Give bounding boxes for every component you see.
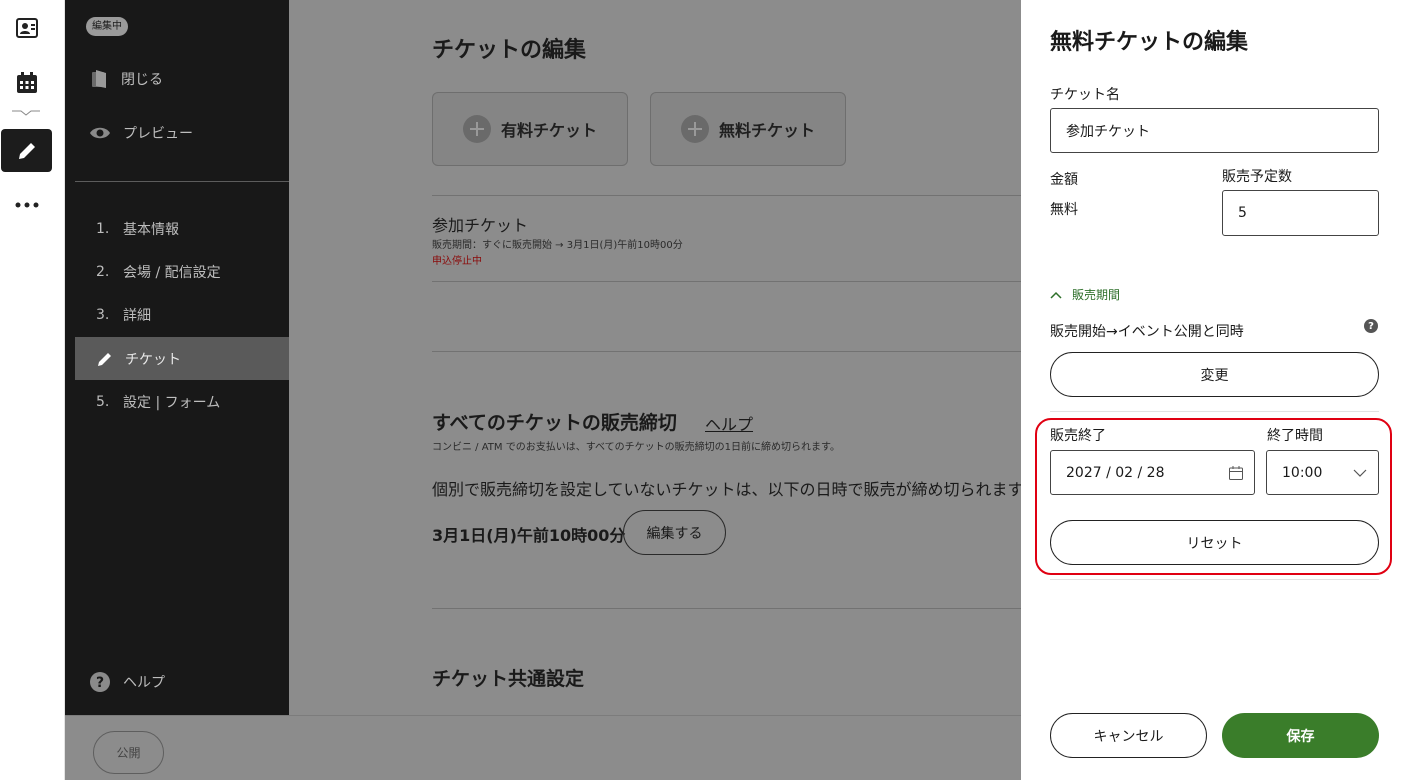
attendees-nav-button[interactable] — [1, 6, 52, 49]
sale-period-toggle-label: 販売期間 — [1072, 288, 1121, 302]
plus-icon — [462, 115, 491, 143]
calendar-icon — [16, 71, 37, 93]
ticket-name[interactable]: 参加チケット — [432, 212, 528, 236]
sidebar-item-basic-info[interactable]: 1. 基本情報 — [75, 207, 289, 250]
door-icon — [92, 70, 106, 88]
step-number: 3. — [96, 306, 110, 323]
ticket-name-label: チケット名 — [1050, 87, 1120, 103]
sidebar-divider — [75, 181, 289, 182]
divider — [1050, 579, 1379, 580]
panel-title: 無料チケットの編集 — [1050, 30, 1249, 55]
eye-icon — [90, 127, 110, 139]
price-value: 無料 — [1050, 202, 1078, 218]
page-title: チケットの編集 — [432, 38, 587, 63]
editor-sidebar: 編集中 閉じる プレビュー 1. 基本情報 2. 会場 / 配信設定 3. 詳細… — [65, 0, 289, 715]
add-paid-ticket-label: 有料チケット — [500, 121, 597, 140]
plus-icon — [680, 115, 709, 143]
close-label: 閉じる — [121, 72, 163, 88]
edit-ticket-panel: 無料チケットの編集 チケット名 参加チケット 金額 無料 販売予定数 5 販売期… — [1021, 0, 1401, 780]
step-label: 基本情報 — [123, 221, 179, 238]
ticket-status: 申込停止中 — [432, 256, 482, 267]
deadline-note: コンビニ / ATM でのお支払いは、すべてのチケットの販売締切の1日前に締め切… — [432, 442, 840, 453]
divider — [432, 351, 1021, 352]
add-paid-ticket-button[interactable]: 有料チケット — [432, 92, 628, 166]
ticket-period: 販売期間：すぐに販売開始 → 3月1日(月)午前10時00分 — [432, 240, 683, 251]
step-label: チケット — [125, 351, 181, 368]
bottom-bar: 公開 — [65, 715, 1021, 780]
sale-start-text: 販売開始→イベント公開と同時 — [1050, 324, 1244, 340]
sidebar-item-tickets[interactable]: チケット — [75, 337, 289, 380]
more-icon — [15, 202, 38, 207]
more-nav-button[interactable] — [1, 183, 52, 226]
divider — [432, 281, 1021, 282]
help-button[interactable]: ? ヘルプ — [89, 671, 165, 693]
step-number: 5. — [96, 393, 110, 410]
ticket-editor-main: チケットの編集 有料チケット 無料チケット 参加チケット 販売期間：すぐに販売開… — [289, 0, 1021, 715]
publish-button[interactable]: 公開 — [93, 731, 164, 774]
icon-rail — [0, 0, 65, 780]
status-badge: 編集中 — [86, 17, 128, 36]
pencil-icon — [98, 352, 111, 366]
help-icon[interactable]: ? — [1364, 319, 1378, 333]
contacts-icon — [15, 17, 38, 38]
sale-end-label: 販売終了 — [1050, 428, 1106, 444]
ticket-name-input[interactable]: 参加チケット — [1050, 108, 1379, 153]
deadline-section-title: すべてのチケットの販売締切 — [432, 412, 677, 434]
divider — [432, 195, 1021, 196]
step-label: 詳細 — [123, 307, 151, 324]
step-label: 設定 | フォーム — [123, 394, 221, 411]
sidebar-item-details[interactable]: 3. 詳細 — [75, 293, 289, 336]
sidebar-item-settings[interactable]: 5. 設定 | フォーム — [75, 380, 289, 423]
sale-end-date-value: 2027 / 02 / 28 — [1066, 464, 1165, 481]
reset-button[interactable]: リセット — [1050, 520, 1379, 565]
svg-text:?: ? — [96, 675, 104, 691]
price-label: 金額 — [1050, 172, 1078, 188]
edit-nav-button[interactable] — [1, 129, 52, 172]
preview-label: プレビュー — [123, 126, 193, 142]
ticket-name-value: 参加チケット — [1066, 123, 1150, 140]
end-time-value: 10:00 — [1282, 464, 1323, 481]
deadline-help-link[interactable]: ヘルプ — [705, 411, 753, 435]
cancel-button[interactable]: キャンセル — [1050, 713, 1207, 758]
quantity-label: 販売予定数 — [1222, 169, 1292, 185]
chevron-down-icon — [12, 110, 40, 116]
change-button[interactable]: 変更 — [1050, 352, 1379, 397]
save-button[interactable]: 保存 — [1222, 713, 1379, 758]
chevron-up-icon — [1050, 291, 1062, 299]
help-icon: ? — [90, 672, 110, 692]
end-time-select[interactable]: 10:00 — [1266, 450, 1379, 495]
step-number: 2. — [96, 263, 110, 280]
chevron-down-icon — [1353, 469, 1367, 477]
divider — [432, 608, 1021, 609]
close-button[interactable]: 閉じる — [89, 69, 163, 89]
common-settings-title: チケット共通設定 — [432, 668, 585, 690]
quantity-value: 5 — [1238, 205, 1247, 221]
edit-deadline-button[interactable]: 編集する — [623, 510, 726, 555]
add-free-ticket-label: 無料チケット — [718, 121, 815, 140]
divider — [1050, 411, 1379, 412]
preview-button[interactable]: プレビュー — [89, 123, 193, 143]
step-number: 1. — [96, 220, 110, 237]
quantity-input[interactable]: 5 — [1222, 190, 1379, 236]
deadline-date: 3月1日(月)午前10時00分 — [432, 526, 626, 545]
sale-period-toggle[interactable]: 販売期間 — [1050, 286, 1120, 303]
sale-end-date-input[interactable]: 2027 / 02 / 28 — [1050, 450, 1255, 495]
deadline-description: 個別で販売締切を設定していないチケットは、以下の日時で販売が締め切られます — [432, 480, 1021, 499]
sidebar-item-venue[interactable]: 2. 会場 / 配信設定 — [75, 250, 289, 293]
add-free-ticket-button[interactable]: 無料チケット — [650, 92, 846, 166]
pencil-icon — [18, 142, 35, 159]
step-label: 会場 / 配信設定 — [123, 264, 221, 281]
end-time-label: 終了時間 — [1267, 428, 1323, 444]
calendar-icon — [1229, 465, 1243, 480]
events-nav-button[interactable] — [1, 61, 52, 104]
help-label: ヘルプ — [123, 675, 165, 691]
